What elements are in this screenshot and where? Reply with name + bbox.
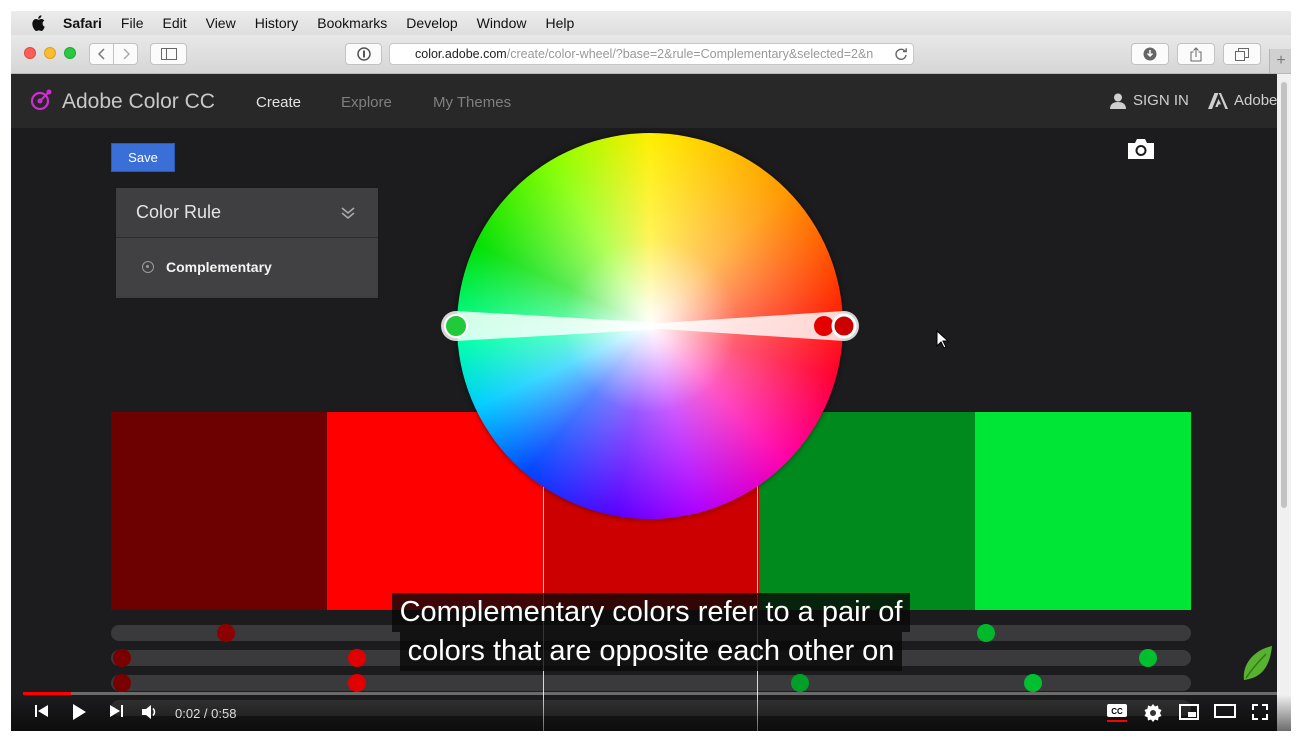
menu-develop[interactable]: Develop: [406, 15, 457, 31]
sign-in-link[interactable]: SIGN IN: [1110, 92, 1189, 109]
browser-toolbar: color.adobe.com/create/color-wheel/?base…: [11, 35, 1291, 74]
slider-knob[interactable]: [217, 624, 235, 642]
adobe-label: Adobe: [1234, 92, 1278, 109]
skip-back-icon[interactable]: [35, 704, 49, 718]
download-icon[interactable]: [1131, 43, 1169, 65]
color-logo-icon[interactable]: [29, 88, 53, 117]
sidebar-icon[interactable]: [150, 43, 187, 65]
wheel-handle-red[interactable]: [814, 316, 834, 336]
svg-text:CC: CC: [1111, 707, 1123, 716]
menu-bookmarks[interactable]: Bookmarks: [317, 15, 387, 31]
video-caption: Complementary colors refer to a pair of …: [366, 593, 936, 671]
swatch-1[interactable]: [111, 412, 327, 610]
slider-knob[interactable]: [1024, 674, 1042, 692]
menu-file[interactable]: File: [121, 15, 144, 31]
caption-line-2: colors that are opposite each other on: [399, 632, 903, 671]
slider-knob[interactable]: [348, 674, 366, 692]
menu-history[interactable]: History: [255, 15, 299, 31]
tabs-icon[interactable]: [1223, 43, 1261, 65]
slider-knob[interactable]: [791, 674, 809, 692]
back-icon[interactable]: [89, 43, 114, 65]
radio-icon: [142, 261, 154, 273]
vertical-scrollbar[interactable]: [1277, 74, 1291, 731]
share-icon[interactable]: [1177, 43, 1215, 65]
color-rule-title: Color Rule: [136, 202, 222, 222]
url-domain: color.adobe.com: [415, 47, 507, 61]
rule-option-complementary[interactable]: Complementary: [116, 238, 378, 296]
skip-next-icon[interactable]: [109, 704, 123, 718]
settings-icon[interactable]: [1144, 704, 1162, 722]
slider-knob[interactable]: [113, 649, 131, 667]
url-path: /create/color-wheel/?base=2&rule=Complem…: [506, 47, 874, 61]
slider-knob[interactable]: [348, 649, 366, 667]
nav-create[interactable]: Create: [256, 94, 301, 111]
chevron-down-icon[interactable]: [340, 204, 356, 225]
sign-in-label: SIGN IN: [1133, 92, 1189, 109]
scrollbar-thumb[interactable]: [1281, 82, 1287, 508]
wheel-handle-base[interactable]: [831, 313, 857, 339]
menu-safari[interactable]: Safari: [63, 15, 102, 31]
screen: Safari File Edit View History Bookmarks …: [11, 11, 1291, 731]
video-time: 0:02 / 0:58: [175, 706, 237, 721]
slider-knob[interactable]: [1139, 649, 1157, 667]
apple-icon[interactable]: [31, 15, 47, 31]
save-button[interactable]: Save: [111, 143, 175, 172]
url-field[interactable]: color.adobe.com/create/color-wheel/?base…: [389, 43, 914, 65]
reload-icon[interactable]: [894, 47, 908, 66]
caption-line-1: Complementary colors refer to a pair of: [391, 593, 911, 632]
mac-menubar: Safari File Edit View History Bookmarks …: [11, 11, 1291, 35]
adobe-logo-icon: [1208, 92, 1228, 109]
captions-icon[interactable]: CC: [1107, 704, 1127, 722]
rule-option-label: Complementary: [166, 259, 272, 275]
camera-icon[interactable]: [1126, 138, 1156, 165]
swatch-5[interactable]: [975, 412, 1191, 610]
user-icon: [1110, 93, 1126, 109]
new-tab-icon[interactable]: +: [1269, 49, 1291, 73]
video-controls: 0:02 / 0:58 CC: [11, 695, 1291, 731]
miniplayer-icon[interactable]: [1179, 704, 1199, 720]
adobe-link[interactable]: Adobe: [1208, 92, 1277, 109]
slider-knob[interactable]: [113, 674, 131, 692]
color-rule-dropdown[interactable]: Color Rule: [116, 188, 378, 238]
theater-icon[interactable]: [1214, 704, 1236, 718]
forward-icon[interactable]: [113, 43, 138, 65]
app-brand[interactable]: Adobe Color CC: [62, 90, 215, 114]
menu-help[interactable]: Help: [545, 15, 574, 31]
wheel-handle-green[interactable]: [444, 314, 468, 338]
fullscreen-icon[interactable]: [1252, 704, 1268, 720]
nav-my-themes[interactable]: My Themes: [433, 94, 511, 111]
leaf-icon[interactable]: [1240, 644, 1274, 687]
slider-knob[interactable]: [977, 624, 995, 642]
cursor-icon: [936, 329, 950, 355]
color-rule-panel: Color Rule Complementary: [115, 187, 379, 299]
menu-window[interactable]: Window: [477, 15, 527, 31]
menu-view[interactable]: View: [206, 15, 236, 31]
privacy-icon[interactable]: [345, 43, 382, 65]
nav-explore[interactable]: Explore: [341, 94, 392, 111]
menu-edit[interactable]: Edit: [162, 15, 186, 31]
complement-connector[interactable]: [439, 309, 859, 343]
app-header: Adobe Color CC Create Explore My Themes …: [11, 74, 1277, 128]
play-icon[interactable]: [72, 704, 86, 720]
minimize-window-button[interactable]: [44, 47, 56, 59]
close-window-button[interactable]: [24, 47, 36, 59]
volume-icon[interactable]: [142, 704, 159, 720]
zoom-window-button[interactable]: [64, 47, 76, 59]
